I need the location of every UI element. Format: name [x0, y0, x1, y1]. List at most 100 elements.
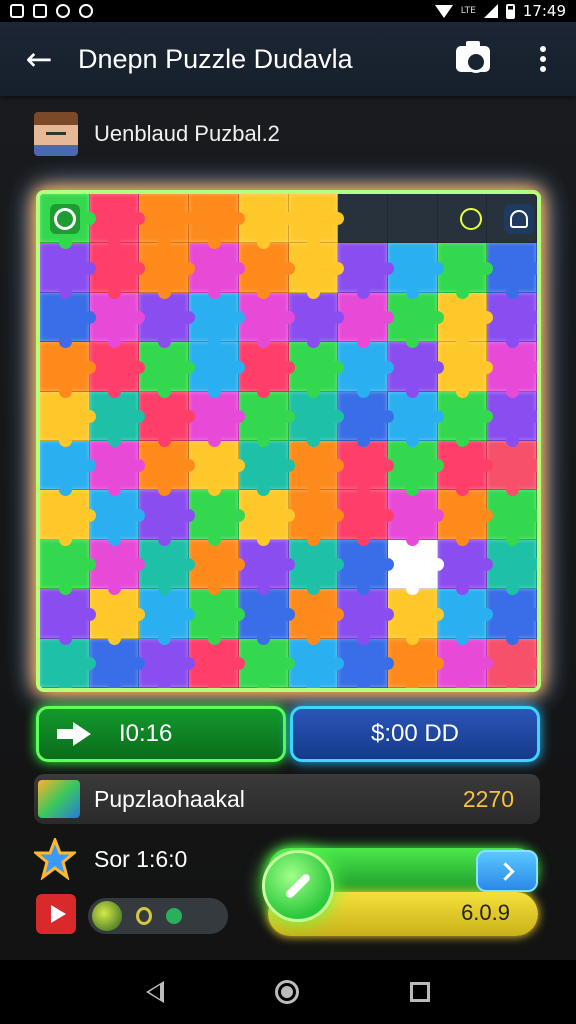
hint-icon[interactable]: [50, 204, 80, 234]
puzzle-board[interactable]: [36, 190, 541, 692]
nav-recents-icon[interactable]: [410, 982, 431, 1002]
puzzle-piece[interactable]: [338, 539, 394, 596]
puzzle-piece[interactable]: [387, 194, 438, 244]
puzzle-piece[interactable]: [189, 243, 245, 300]
puzzle-piece[interactable]: [139, 391, 195, 448]
pen-icon[interactable]: [262, 850, 334, 922]
puzzle-piece[interactable]: [288, 589, 344, 646]
puzzle-piece[interactable]: [338, 243, 394, 300]
puzzle-piece[interactable]: [40, 292, 96, 349]
puzzle-piece[interactable]: [387, 391, 444, 448]
puzzle-piece[interactable]: [40, 490, 96, 547]
puzzle-piece[interactable]: [89, 391, 146, 448]
puzzle-piece[interactable]: [437, 589, 493, 646]
puzzle-piece[interactable]: [40, 342, 96, 399]
puzzle-piece[interactable]: [238, 441, 295, 497]
puzzle-piece[interactable]: [338, 490, 394, 547]
puzzle-piece[interactable]: [437, 342, 493, 399]
puzzle-piece[interactable]: [238, 391, 295, 448]
puzzle-piece[interactable]: [238, 589, 295, 646]
play-icon[interactable]: [36, 894, 76, 934]
powerup-tray[interactable]: [88, 898, 228, 934]
empty-slot[interactable]: [387, 539, 444, 596]
puzzle-piece[interactable]: [89, 194, 146, 250]
dot-icon[interactable]: [166, 908, 182, 924]
puzzle-piece[interactable]: [40, 243, 96, 300]
puzzle-piece[interactable]: [387, 638, 444, 688]
puzzle-piece[interactable]: [487, 589, 537, 646]
puzzle-piece[interactable]: [89, 342, 146, 399]
puzzle-piece[interactable]: [238, 638, 295, 688]
puzzle-piece[interactable]: [139, 441, 195, 497]
puzzle-piece[interactable]: [139, 292, 195, 349]
puzzle-piece[interactable]: [189, 441, 245, 497]
puzzle-piece[interactable]: [189, 490, 245, 547]
puzzle-piece[interactable]: [189, 391, 245, 448]
puzzle-piece[interactable]: [288, 194, 344, 250]
puzzle-piece[interactable]: [288, 391, 344, 448]
puzzle-piece[interactable]: [487, 292, 537, 349]
puzzle-piece[interactable]: [338, 194, 388, 244]
puzzle-piece[interactable]: [40, 391, 96, 448]
camera-icon[interactable]: [456, 41, 490, 73]
puzzle-piece[interactable]: [189, 194, 245, 250]
puzzle-piece[interactable]: [89, 292, 146, 349]
puzzle-piece[interactable]: [437, 539, 493, 596]
puzzle-piece[interactable]: [89, 490, 146, 547]
puzzle-piece[interactable]: [387, 441, 444, 497]
puzzle-piece[interactable]: [238, 342, 295, 399]
puzzle-piece[interactable]: [288, 292, 344, 349]
puzzle-piece[interactable]: [387, 342, 444, 399]
puzzle-piece[interactable]: [387, 589, 444, 646]
puzzle-piece[interactable]: [238, 292, 295, 349]
puzzle-piece[interactable]: [139, 194, 195, 250]
puzzle-piece[interactable]: [139, 589, 195, 646]
puzzle-piece[interactable]: [238, 194, 295, 250]
more-vert-icon[interactable]: [528, 46, 558, 72]
puzzle-piece[interactable]: [387, 292, 444, 349]
puzzle-piece[interactable]: [437, 638, 493, 688]
puzzle-piece[interactable]: [139, 638, 195, 688]
puzzle-piece[interactable]: [288, 638, 344, 688]
puzzle-piece[interactable]: [238, 243, 295, 300]
nav-back-icon[interactable]: [145, 981, 164, 1003]
puzzle-piece[interactable]: [487, 441, 537, 497]
puzzle-piece[interactable]: [89, 441, 146, 497]
puzzle-piece[interactable]: [338, 441, 394, 497]
puzzle-piece[interactable]: [40, 589, 96, 646]
puzzle-piece[interactable]: [437, 292, 493, 349]
puzzle-piece[interactable]: [189, 589, 245, 646]
puzzle-piece[interactable]: [238, 490, 295, 547]
puzzle-piece[interactable]: [139, 539, 195, 596]
puzzle-piece[interactable]: [338, 589, 394, 646]
puzzle-piece[interactable]: [189, 638, 245, 688]
puzzle-piece[interactable]: [189, 292, 245, 349]
user-icon[interactable]: [504, 204, 534, 234]
puzzle-piece[interactable]: [288, 490, 344, 547]
ball-icon[interactable]: [92, 901, 122, 931]
puzzle-piece[interactable]: [189, 342, 245, 399]
puzzle-piece[interactable]: [487, 539, 537, 596]
nav-home-icon[interactable]: [274, 980, 299, 1004]
time-panel[interactable]: I0:16: [36, 706, 286, 762]
puzzle-piece[interactable]: [338, 638, 394, 688]
puzzle-piece[interactable]: [139, 342, 195, 399]
avatar[interactable]: [34, 112, 78, 156]
puzzle-piece[interactable]: [487, 490, 537, 547]
score-row[interactable]: Pupzlaohaakal 2270: [34, 774, 540, 824]
puzzle-piece[interactable]: [437, 391, 493, 448]
puzzle-piece[interactable]: [338, 391, 394, 448]
puzzle-piece[interactable]: [288, 539, 344, 596]
puzzle-piece[interactable]: [487, 638, 537, 688]
puzzle-piece[interactable]: [387, 490, 444, 547]
puzzle-piece[interactable]: [139, 490, 195, 547]
puzzle-piece[interactable]: [288, 243, 344, 300]
puzzle-piece[interactable]: [487, 243, 537, 300]
puzzle-grid[interactable]: [40, 194, 537, 688]
puzzle-piece[interactable]: [288, 441, 344, 497]
puzzle-piece[interactable]: [139, 243, 195, 300]
puzzle-piece[interactable]: [40, 441, 96, 497]
ring-icon[interactable]: [136, 907, 152, 925]
puzzle-piece[interactable]: [487, 391, 537, 448]
puzzle-piece[interactable]: [487, 342, 537, 399]
